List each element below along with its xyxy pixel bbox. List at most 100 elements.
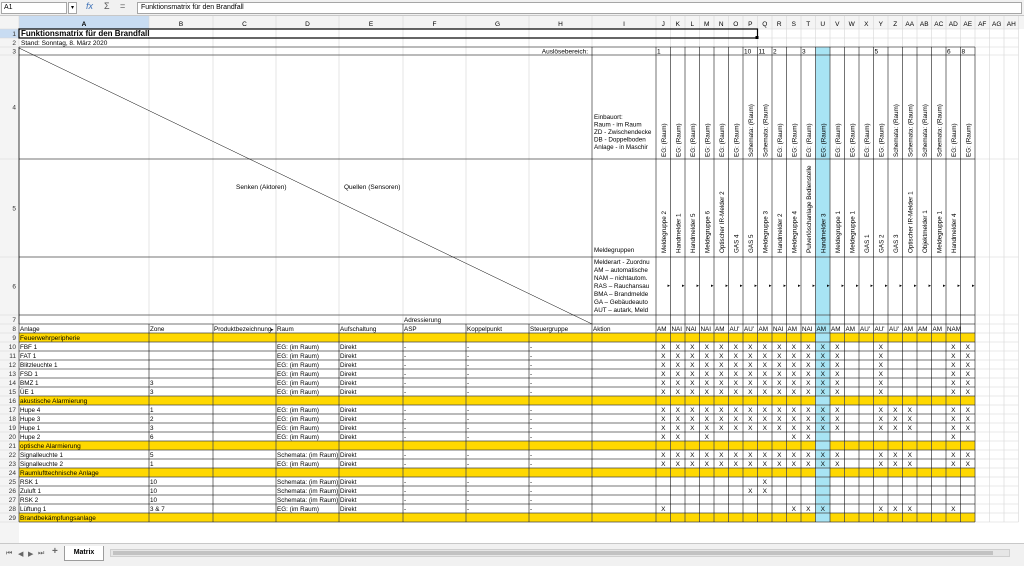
row-header-5[interactable]: 5: [12, 206, 16, 213]
x-mark[interactable]: X: [879, 407, 884, 414]
row-header-28[interactable]: 28: [9, 506, 17, 513]
row-header-4[interactable]: 4: [12, 105, 16, 112]
dropdown-marker-v[interactable]: ▸: [842, 283, 845, 289]
x-mark[interactable]: X: [705, 380, 710, 387]
x-mark[interactable]: X: [690, 425, 695, 432]
last-sheet-icon[interactable]: ⏭: [38, 550, 44, 558]
x-mark[interactable]: X: [661, 353, 666, 360]
x-mark[interactable]: X: [705, 425, 710, 432]
sum-icon[interactable]: Σ: [104, 1, 110, 11]
x-mark[interactable]: X: [821, 461, 826, 468]
x-mark[interactable]: X: [792, 425, 797, 432]
x-mark[interactable]: X: [879, 452, 884, 459]
x-mark[interactable]: X: [879, 344, 884, 351]
x-mark[interactable]: X: [748, 389, 753, 396]
x-mark[interactable]: X: [763, 371, 768, 378]
dropdown-marker-ab[interactable]: ▸: [929, 283, 932, 289]
row-header-2[interactable]: 2: [12, 40, 16, 47]
x-mark[interactable]: X: [908, 425, 913, 432]
x-mark[interactable]: X: [777, 344, 782, 351]
x-mark[interactable]: X: [966, 416, 971, 423]
x-mark[interactable]: X: [966, 407, 971, 414]
row-header-21[interactable]: 21: [9, 443, 17, 450]
grid-canvas[interactable]: A B C D E F G H I J K L M N O P Q R S T U V W X Y Z AA AB AC AD AE AF AG…: [0, 16, 1024, 543]
x-mark[interactable]: X: [951, 371, 956, 378]
x-mark[interactable]: X: [734, 344, 739, 351]
row-header-16[interactable]: 16: [9, 398, 17, 405]
x-mark[interactable]: X: [806, 389, 811, 396]
x-mark[interactable]: X: [719, 452, 724, 459]
x-mark[interactable]: X: [661, 425, 666, 432]
row-header-10[interactable]: 10: [9, 344, 17, 351]
x-mark[interactable]: X: [821, 371, 826, 378]
x-mark[interactable]: X: [879, 353, 884, 360]
x-mark[interactable]: X: [893, 452, 898, 459]
x-mark[interactable]: X: [835, 389, 840, 396]
x-mark[interactable]: X: [719, 461, 724, 468]
x-mark[interactable]: X: [777, 416, 782, 423]
row-header-11[interactable]: 11: [9, 353, 16, 360]
x-mark[interactable]: X: [748, 461, 753, 468]
x-mark[interactable]: X: [835, 461, 840, 468]
x-mark[interactable]: X: [705, 461, 710, 468]
x-mark[interactable]: X: [763, 488, 768, 495]
dropdown-marker-j[interactable]: ▸: [668, 283, 671, 289]
x-mark[interactable]: X: [792, 452, 797, 459]
x-mark[interactable]: X: [676, 425, 681, 432]
row-header-3[interactable]: 3: [12, 49, 16, 56]
x-mark[interactable]: X: [690, 416, 695, 423]
x-mark[interactable]: X: [806, 344, 811, 351]
x-mark[interactable]: X: [806, 452, 811, 459]
x-mark[interactable]: X: [951, 452, 956, 459]
dropdown-marker-t[interactable]: ▸: [813, 283, 816, 289]
x-mark[interactable]: X: [821, 362, 826, 369]
x-mark[interactable]: X: [879, 389, 884, 396]
x-mark[interactable]: X: [835, 344, 840, 351]
x-mark[interactable]: X: [879, 380, 884, 387]
x-mark[interactable]: X: [719, 371, 724, 378]
x-mark[interactable]: X: [792, 407, 797, 414]
equals-icon[interactable]: =: [120, 1, 125, 11]
x-mark[interactable]: X: [748, 407, 753, 414]
dropdown-marker-o[interactable]: ▸: [740, 283, 743, 289]
x-mark[interactable]: X: [821, 380, 826, 387]
x-mark[interactable]: X: [835, 353, 840, 360]
x-mark[interactable]: X: [966, 353, 971, 360]
x-mark[interactable]: X: [748, 362, 753, 369]
x-mark[interactable]: X: [777, 407, 782, 414]
x-mark[interactable]: X: [821, 506, 826, 513]
header-c-dropdown-icon[interactable]: ▸: [271, 327, 274, 333]
x-mark[interactable]: X: [835, 362, 840, 369]
spreadsheet-grid[interactable]: A B C D E F G H I J K L M N O P Q R S T U V W X Y Z AA AB AC AD AE AF AG…: [0, 16, 1024, 543]
x-mark[interactable]: X: [676, 389, 681, 396]
x-mark[interactable]: X: [734, 371, 739, 378]
x-mark[interactable]: X: [966, 380, 971, 387]
x-mark[interactable]: X: [893, 506, 898, 513]
x-mark[interactable]: X: [792, 416, 797, 423]
x-mark[interactable]: X: [748, 344, 753, 351]
x-mark[interactable]: X: [908, 407, 913, 414]
x-mark[interactable]: X: [792, 506, 797, 513]
x-mark[interactable]: X: [908, 461, 913, 468]
x-mark[interactable]: X: [719, 425, 724, 432]
dropdown-marker-k[interactable]: ▸: [682, 283, 685, 289]
x-mark[interactable]: X: [951, 353, 956, 360]
x-mark[interactable]: X: [719, 389, 724, 396]
row-header-19[interactable]: 19: [9, 425, 17, 432]
dropdown-marker-ac[interactable]: ▸: [943, 283, 946, 289]
x-mark[interactable]: X: [966, 389, 971, 396]
x-mark[interactable]: X: [821, 344, 826, 351]
x-mark[interactable]: X: [734, 452, 739, 459]
x-mark[interactable]: X: [734, 425, 739, 432]
x-mark[interactable]: X: [908, 452, 913, 459]
x-mark[interactable]: X: [879, 506, 884, 513]
x-mark[interactable]: X: [806, 506, 811, 513]
dropdown-marker-p[interactable]: ▸: [755, 283, 758, 289]
x-mark[interactable]: X: [777, 425, 782, 432]
x-mark[interactable]: X: [879, 371, 884, 378]
x-mark[interactable]: X: [908, 416, 913, 423]
x-mark[interactable]: X: [763, 416, 768, 423]
x-mark[interactable]: X: [661, 416, 666, 423]
x-mark[interactable]: X: [879, 416, 884, 423]
x-mark[interactable]: X: [835, 371, 840, 378]
